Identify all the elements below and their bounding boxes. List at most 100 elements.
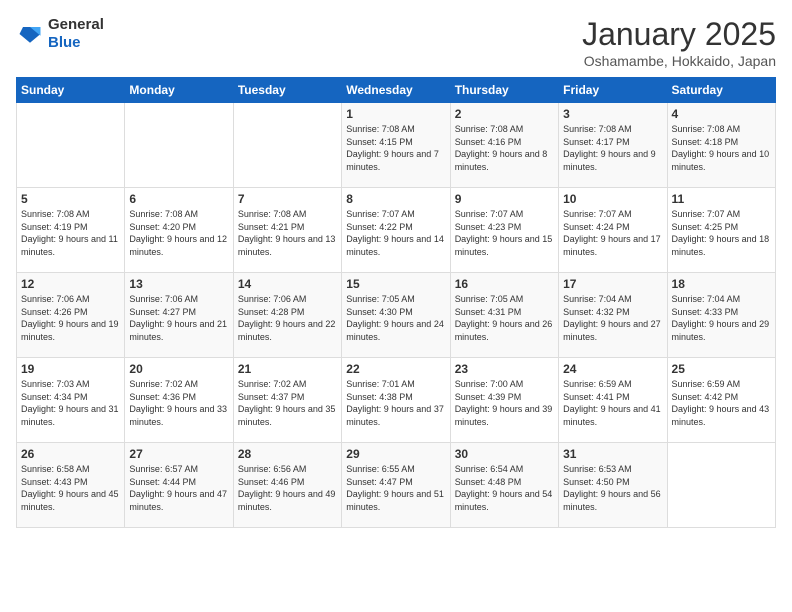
day-number: 8 bbox=[346, 192, 445, 206]
day-info: Sunrise: 7:07 AM Sunset: 4:25 PM Dayligh… bbox=[672, 208, 771, 258]
calendar-cell: 10Sunrise: 7:07 AM Sunset: 4:24 PM Dayli… bbox=[559, 188, 667, 273]
day-info: Sunrise: 7:06 AM Sunset: 4:27 PM Dayligh… bbox=[129, 293, 228, 343]
day-info: Sunrise: 7:03 AM Sunset: 4:34 PM Dayligh… bbox=[21, 378, 120, 428]
calendar-cell: 3 Sunrise: 7:08 AM Sunset: 4:17 PM Daylig… bbox=[559, 103, 667, 188]
calendar-cell: 11 Sunrise: 7:07 AM Sunset: 4:25 PM Dayli… bbox=[667, 188, 775, 273]
calendar-cell bbox=[17, 103, 125, 188]
calendar-cell bbox=[667, 443, 775, 528]
header: General Blue January 2025 Oshamambe, Hok… bbox=[16, 16, 776, 69]
day-number: 16 bbox=[455, 277, 554, 291]
calendar-week-row: 19 Sunrise: 7:03 AM Sunset: 4:34 PM Dayli… bbox=[17, 358, 776, 443]
calendar-cell: 13 Sunrise: 7:06 AM Sunset: 4:27 PM Dayli… bbox=[125, 273, 233, 358]
day-number: 26 bbox=[21, 447, 120, 461]
weekday-header: Thursday bbox=[450, 78, 558, 103]
day-info: Sunrise: 6:54 AM Sunset: 4:48 PM Dayligh… bbox=[455, 463, 554, 513]
day-info: Sunrise: 6:55 AM Sunset: 4:47 PM Dayligh… bbox=[346, 463, 445, 513]
day-number: 5 bbox=[21, 192, 120, 206]
calendar-title: January 2025 bbox=[582, 16, 776, 53]
day-info: Sunrise: 7:08 AM Sunset: 4:15 PM Dayligh… bbox=[346, 123, 445, 173]
day-number: 31 bbox=[563, 447, 662, 461]
day-number: 7 bbox=[238, 192, 337, 206]
calendar-cell: 15Sunrise: 7:05 AM Sunset: 4:30 PM Dayli… bbox=[342, 273, 450, 358]
logo-blue: Blue bbox=[48, 34, 81, 51]
calendar-cell: 31 Sunrise: 6:53 AM Sunset: 4:50 PM Dayli… bbox=[559, 443, 667, 528]
day-info: Sunrise: 7:05 AM Sunset: 4:31 PM Dayligh… bbox=[455, 293, 554, 343]
day-number: 19 bbox=[21, 362, 120, 376]
day-info: Sunrise: 6:53 AM Sunset: 4:50 PM Dayligh… bbox=[563, 463, 662, 513]
day-number: 4 bbox=[672, 107, 771, 121]
day-info: Sunrise: 7:06 AM Sunset: 4:26 PM Dayligh… bbox=[21, 293, 120, 343]
calendar-cell: 14 Sunrise: 7:06 AM Sunset: 4:28 PM Dayli… bbox=[233, 273, 341, 358]
calendar-week-row: 12 Sunrise: 7:06 AM Sunset: 4:26 PM Dayli… bbox=[17, 273, 776, 358]
day-info: Sunrise: 7:08 AM Sunset: 4:16 PM Dayligh… bbox=[455, 123, 554, 173]
day-number: 21 bbox=[238, 362, 337, 376]
calendar-cell: 21 Sunrise: 7:02 AM Sunset: 4:37 PM Dayli… bbox=[233, 358, 341, 443]
calendar-cell bbox=[233, 103, 341, 188]
day-number: 3 bbox=[563, 107, 662, 121]
day-info: Sunrise: 7:02 AM Sunset: 4:37 PM Dayligh… bbox=[238, 378, 337, 428]
weekday-header: Tuesday bbox=[233, 78, 341, 103]
day-number: 29 bbox=[346, 447, 445, 461]
day-number: 13 bbox=[129, 277, 228, 291]
day-info: Sunrise: 6:58 AM Sunset: 4:43 PM Dayligh… bbox=[21, 463, 120, 513]
calendar-body: 1 Sunrise: 7:08 AM Sunset: 4:15 PM Daylig… bbox=[17, 103, 776, 528]
day-info: Sunrise: 6:56 AM Sunset: 4:46 PM Dayligh… bbox=[238, 463, 337, 513]
calendar-cell: 16 Sunrise: 7:05 AM Sunset: 4:31 PM Dayli… bbox=[450, 273, 558, 358]
day-info: Sunrise: 6:57 AM Sunset: 4:44 PM Dayligh… bbox=[129, 463, 228, 513]
calendar-week-row: 5Sunrise: 7:08 AM Sunset: 4:19 PM Daylig… bbox=[17, 188, 776, 273]
day-number: 10 bbox=[563, 192, 662, 206]
calendar-cell: 20Sunrise: 7:02 AM Sunset: 4:36 PM Dayli… bbox=[125, 358, 233, 443]
calendar-cell: 7 Sunrise: 7:08 AM Sunset: 4:21 PM Daylig… bbox=[233, 188, 341, 273]
title-area: January 2025 Oshamambe, Hokkaido, Japan bbox=[582, 16, 776, 69]
calendar-cell: 23Sunrise: 7:00 AM Sunset: 4:39 PM Dayli… bbox=[450, 358, 558, 443]
calendar-cell: 27 Sunrise: 6:57 AM Sunset: 4:44 PM Dayli… bbox=[125, 443, 233, 528]
day-info: Sunrise: 7:05 AM Sunset: 4:30 PM Dayligh… bbox=[346, 293, 445, 343]
day-info: Sunrise: 7:08 AM Sunset: 4:18 PM Dayligh… bbox=[672, 123, 771, 173]
day-info: Sunrise: 7:08 AM Sunset: 4:21 PM Dayligh… bbox=[238, 208, 337, 258]
calendar-cell: 19 Sunrise: 7:03 AM Sunset: 4:34 PM Dayli… bbox=[17, 358, 125, 443]
calendar-week-row: 26 Sunrise: 6:58 AM Sunset: 4:43 PM Dayli… bbox=[17, 443, 776, 528]
day-number: 17 bbox=[563, 277, 662, 291]
day-info: Sunrise: 7:07 AM Sunset: 4:23 PM Dayligh… bbox=[455, 208, 554, 258]
day-number: 14 bbox=[238, 277, 337, 291]
day-number: 11 bbox=[672, 192, 771, 206]
calendar-cell: 5Sunrise: 7:08 AM Sunset: 4:19 PM Daylig… bbox=[17, 188, 125, 273]
calendar-cell: 9Sunrise: 7:07 AM Sunset: 4:23 PM Daylig… bbox=[450, 188, 558, 273]
day-info: Sunrise: 7:06 AM Sunset: 4:28 PM Dayligh… bbox=[238, 293, 337, 343]
day-number: 12 bbox=[21, 277, 120, 291]
calendar-cell: 28 Sunrise: 6:56 AM Sunset: 4:46 PM Dayli… bbox=[233, 443, 341, 528]
day-number: 25 bbox=[672, 362, 771, 376]
day-number: 1 bbox=[346, 107, 445, 121]
weekday-header: Friday bbox=[559, 78, 667, 103]
calendar-table: SundayMondayTuesdayWednesdayThursdayFrid… bbox=[16, 77, 776, 528]
weekday-header: Sunday bbox=[17, 78, 125, 103]
calendar-cell: 30 Sunrise: 6:54 AM Sunset: 4:48 PM Dayli… bbox=[450, 443, 558, 528]
calendar-cell bbox=[125, 103, 233, 188]
weekday-header: Saturday bbox=[667, 78, 775, 103]
calendar-week-row: 1 Sunrise: 7:08 AM Sunset: 4:15 PM Daylig… bbox=[17, 103, 776, 188]
day-info: Sunrise: 6:59 AM Sunset: 4:42 PM Dayligh… bbox=[672, 378, 771, 428]
day-info: Sunrise: 7:00 AM Sunset: 4:39 PM Dayligh… bbox=[455, 378, 554, 428]
calendar-cell: 25 Sunrise: 6:59 AM Sunset: 4:42 PM Dayli… bbox=[667, 358, 775, 443]
day-info: Sunrise: 7:08 AM Sunset: 4:17 PM Dayligh… bbox=[563, 123, 662, 173]
day-info: Sunrise: 7:04 AM Sunset: 4:32 PM Dayligh… bbox=[563, 293, 662, 343]
calendar-cell: 26 Sunrise: 6:58 AM Sunset: 4:43 PM Dayli… bbox=[17, 443, 125, 528]
day-info: Sunrise: 7:07 AM Sunset: 4:22 PM Dayligh… bbox=[346, 208, 445, 258]
weekday-header-row: SundayMondayTuesdayWednesdayThursdayFrid… bbox=[17, 78, 776, 103]
day-number: 22 bbox=[346, 362, 445, 376]
day-number: 28 bbox=[238, 447, 337, 461]
calendar-cell: 1 Sunrise: 7:08 AM Sunset: 4:15 PM Daylig… bbox=[342, 103, 450, 188]
day-number: 20 bbox=[129, 362, 228, 376]
day-number: 2 bbox=[455, 107, 554, 121]
calendar-cell: 12 Sunrise: 7:06 AM Sunset: 4:26 PM Dayli… bbox=[17, 273, 125, 358]
weekday-header: Wednesday bbox=[342, 78, 450, 103]
day-number: 24 bbox=[563, 362, 662, 376]
calendar-cell: 29 Sunrise: 6:55 AM Sunset: 4:47 PM Dayli… bbox=[342, 443, 450, 528]
weekday-header: Monday bbox=[125, 78, 233, 103]
day-info: Sunrise: 7:04 AM Sunset: 4:33 PM Dayligh… bbox=[672, 293, 771, 343]
calendar-cell: 22Sunrise: 7:01 AM Sunset: 4:38 PM Dayli… bbox=[342, 358, 450, 443]
day-number: 30 bbox=[455, 447, 554, 461]
logo-text: General Blue bbox=[48, 16, 104, 52]
calendar-header: SundayMondayTuesdayWednesdayThursdayFrid… bbox=[17, 78, 776, 103]
day-number: 27 bbox=[129, 447, 228, 461]
